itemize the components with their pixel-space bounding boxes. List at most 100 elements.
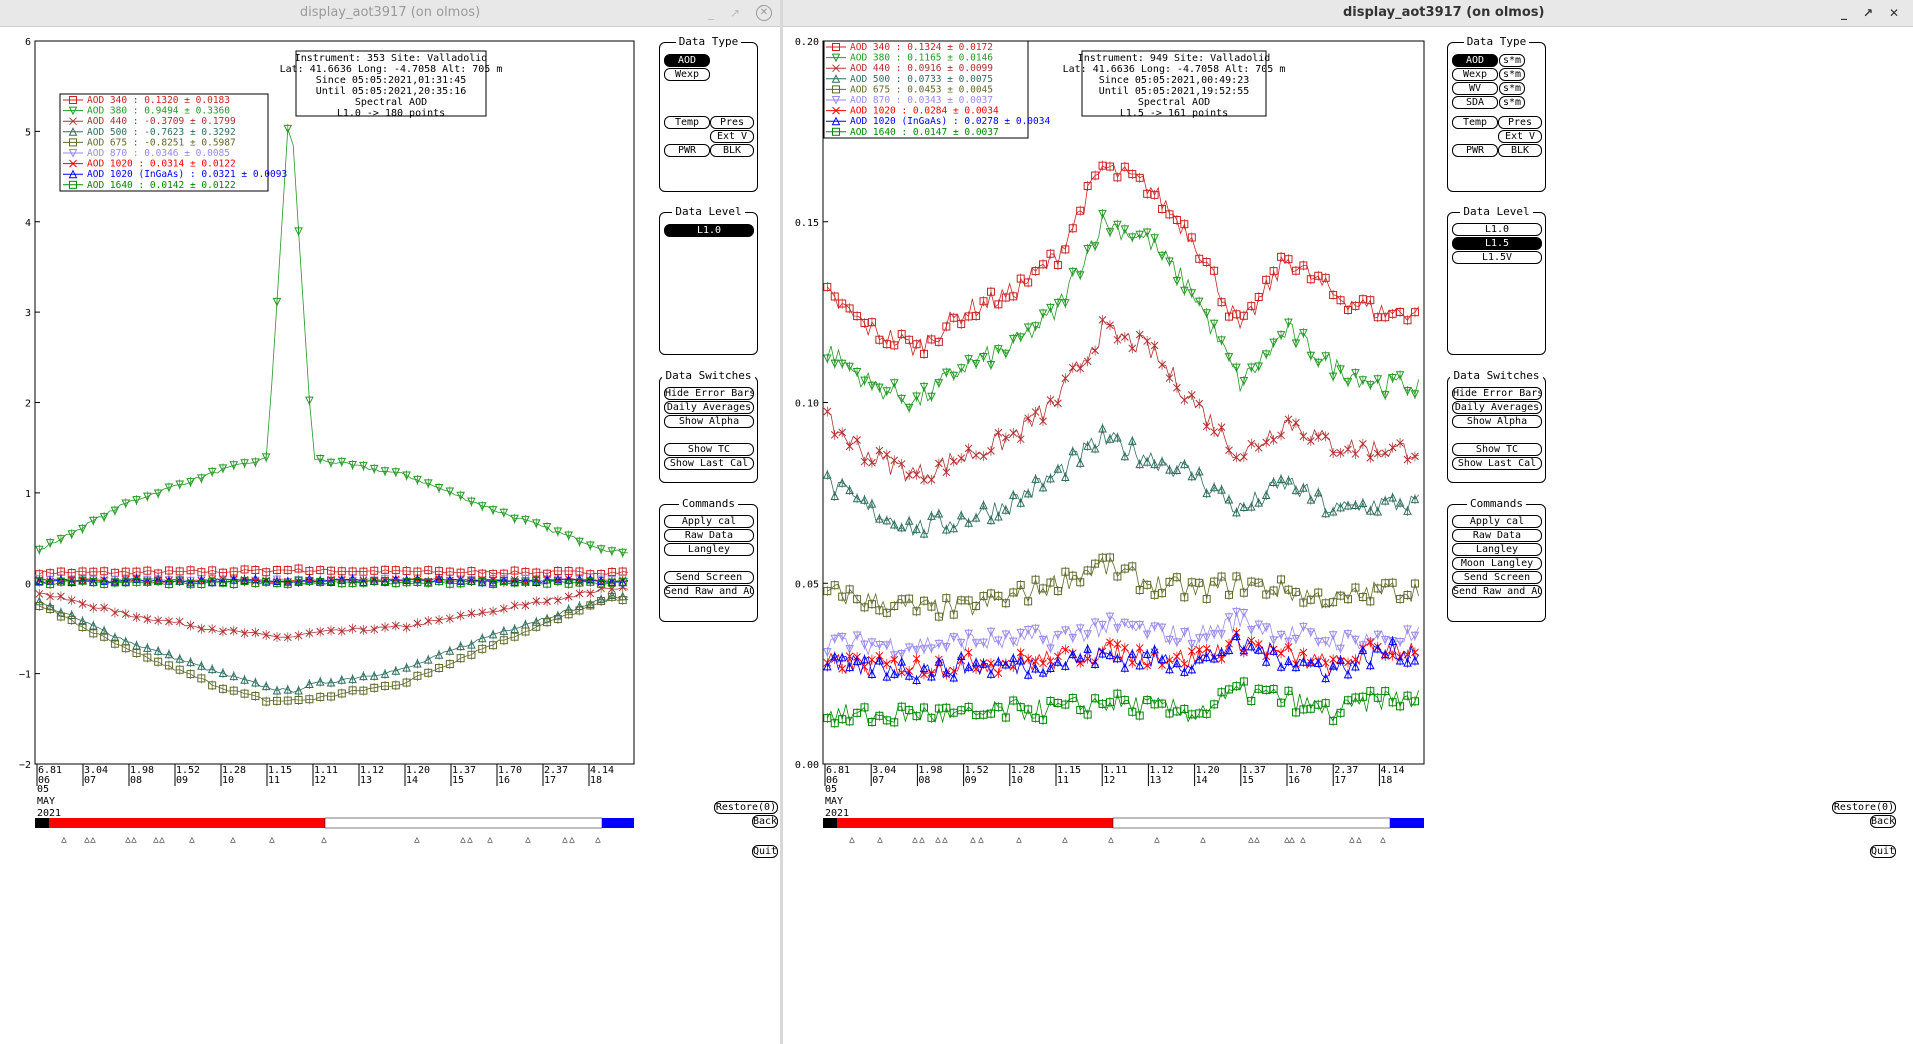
y-tick-label: 5 [25,127,31,138]
hide-error-bars-button[interactable]: Hide Error Bars [1452,387,1542,400]
series-line [39,128,629,554]
right-timeline-measured[interactable] [837,818,1113,828]
show-last-cal-button[interactable]: Show Last Cal [664,457,754,470]
show-alpha-button[interactable]: Show Alpha [1452,415,1542,428]
send-raw-and-aod-button[interactable]: Send Raw and AOD [664,585,754,598]
restore-button[interactable]: Restore(0) [714,801,778,814]
measurement-marker: △ [1062,835,1068,845]
daily-averages-button[interactable]: Daily Averages [664,401,754,414]
wexp-button[interactable]: Wexp [664,68,710,81]
left-timeline-pending[interactable] [324,817,603,829]
level-l15v-button[interactable]: L1.5V [1452,251,1542,264]
pwr-button[interactable]: PWR [664,144,710,157]
langley-button[interactable]: Langley [1452,543,1542,556]
x-tick-hour: 10 [222,775,234,786]
level-l10-button[interactable]: L1.0 [1452,223,1542,236]
legend-entry: AOD 340 : 0.1320 ± 0.0183 [87,95,230,106]
legend-entry: AOD 440 : -0.3709 ± 0.1799 [87,116,236,127]
measurement-marker: △ [877,835,883,845]
pres-button[interactable]: Pres [1498,116,1542,129]
measurement-marker: △ [1300,835,1306,845]
left-data-switches-panel: Data Switches Hide Error Bars Daily Aver… [659,369,758,483]
legend-entry: AOD 1020 (InGaAs) : 0.0321 ± 0.0093 [87,169,287,180]
y-tick-label: 0.15 [795,218,819,229]
left-data-type-title: Data Type [675,35,742,48]
wv-button[interactable]: WV [1452,82,1498,95]
x-tick-hour: 08 [918,775,930,786]
right-timeline-pending[interactable] [1112,817,1391,829]
measurement-marker: △ [1108,835,1114,845]
blk-button[interactable]: BLK [710,144,754,157]
send-screen-button[interactable]: Send Screen [664,571,754,584]
raw-data-button[interactable]: Raw Data [1452,529,1542,542]
back-button[interactable]: Back [752,815,778,828]
wexp-sm-button[interactable]: s*m [1499,68,1525,81]
sda-sm-button[interactable]: s*m [1499,96,1525,109]
langley-button[interactable]: Langley [664,543,754,556]
wexp-button[interactable]: Wexp [1452,68,1498,81]
level-l10-button[interactable]: L1.0 [664,224,754,237]
measurement-marker: △ [189,835,195,845]
sda-button[interactable]: SDA [1452,96,1498,109]
legend-entry: AOD 1020 : 0.0284 ± 0.0034 [850,106,999,117]
right-commands-panel: Commands Apply cal Raw Data Langley Moon… [1447,497,1546,622]
raw-data-button[interactable]: Raw Data [664,529,754,542]
back-button[interactable]: Back [1870,815,1896,828]
series-line [827,556,1420,619]
left-timeline-end [602,818,634,828]
legend-entry: AOD 1640 : 0.0147 ± 0.0037 [850,127,999,138]
blk-button[interactable]: BLK [1498,144,1542,157]
wv-sm-button[interactable]: s*m [1499,82,1525,95]
right-date-day: 05 [825,784,837,795]
legend-entry: AOD 675 : 0.0453 ± 0.0045 [850,84,993,95]
quit-button[interactable]: Quit [1870,845,1896,858]
send-raw-and-aod-button[interactable]: Send Raw and AOD [1452,585,1542,598]
ext-v-button[interactable]: Ext V [1498,130,1542,143]
legend-entry: AOD 500 : -0.7623 ± 0.3292 [87,127,236,138]
moon-langley-button[interactable]: Moon Langley [1452,557,1542,570]
pres-button[interactable]: Pres [710,116,754,129]
measurement-marker: △ [919,835,925,845]
measurement-marker: △ [1289,835,1295,845]
x-tick-hour: 07 [84,775,96,786]
restore-button[interactable]: Restore(0) [1832,801,1896,814]
daily-averages-button[interactable]: Daily Averages [1452,401,1542,414]
show-tc-button[interactable]: Show TC [664,443,754,456]
aod-sm-button[interactable]: s*m [1499,54,1525,67]
measurement-marker: △ [230,835,236,845]
left-commands-title: Commands [679,497,738,510]
x-tick-hour: 09 [176,775,188,786]
hide-error-bars-button[interactable]: Hide Error Bars [664,387,754,400]
left-window: display_aot3917 (on olmos) _ ↗ ✕ 6543210… [0,0,780,1044]
aod-button[interactable]: AOD [664,54,710,67]
show-alpha-button[interactable]: Show Alpha [664,415,754,428]
aod-button[interactable]: AOD [1452,54,1498,67]
show-tc-button[interactable]: Show TC [1452,443,1542,456]
measurement-marker: △ [562,835,568,845]
legend-entry: AOD 380 : 0.9494 ± 0.3360 [87,106,230,117]
left-date-day: 05 [37,784,49,795]
left-legend: AOD 340 : 0.1320 ± 0.0183AOD 380 : 0.949… [59,93,287,192]
show-last-cal-button[interactable]: Show Last Cal [1452,457,1542,470]
left-info-line: Until 05:05:2021,20:35:16 [316,86,467,97]
y-tick-label: 2 [25,399,31,410]
apply-cal-button[interactable]: Apply cal [1452,515,1542,528]
x-tick-hour: 09 [965,775,977,786]
right-info-line: Lat: 41.6636 Long: -4.7058 Alt: 705 m [1063,64,1286,75]
measurement-marker: △ [569,835,575,845]
temp-button[interactable]: Temp [1452,116,1498,129]
quit-button[interactable]: Quit [752,845,778,858]
apply-cal-button[interactable]: Apply cal [664,515,754,528]
pwr-button[interactable]: PWR [1452,144,1498,157]
measurement-marker: △ [460,835,466,845]
left-commands-panel: Commands Apply cal Raw Data Langley Send… [659,497,758,622]
measurement-marker: △ [487,835,493,845]
left-timeline-measured[interactable] [49,818,325,828]
measurement-marker: △ [131,835,137,845]
temp-button[interactable]: Temp [664,116,710,129]
legend-entry: AOD 1020 : 0.0314 ± 0.0122 [87,159,236,170]
level-l15-button[interactable]: L1.5 [1452,237,1542,250]
ext-v-button[interactable]: Ext V [710,130,754,143]
left-data-level-panel: Data Level L1.0 [659,205,758,355]
send-screen-button[interactable]: Send Screen [1452,571,1542,584]
